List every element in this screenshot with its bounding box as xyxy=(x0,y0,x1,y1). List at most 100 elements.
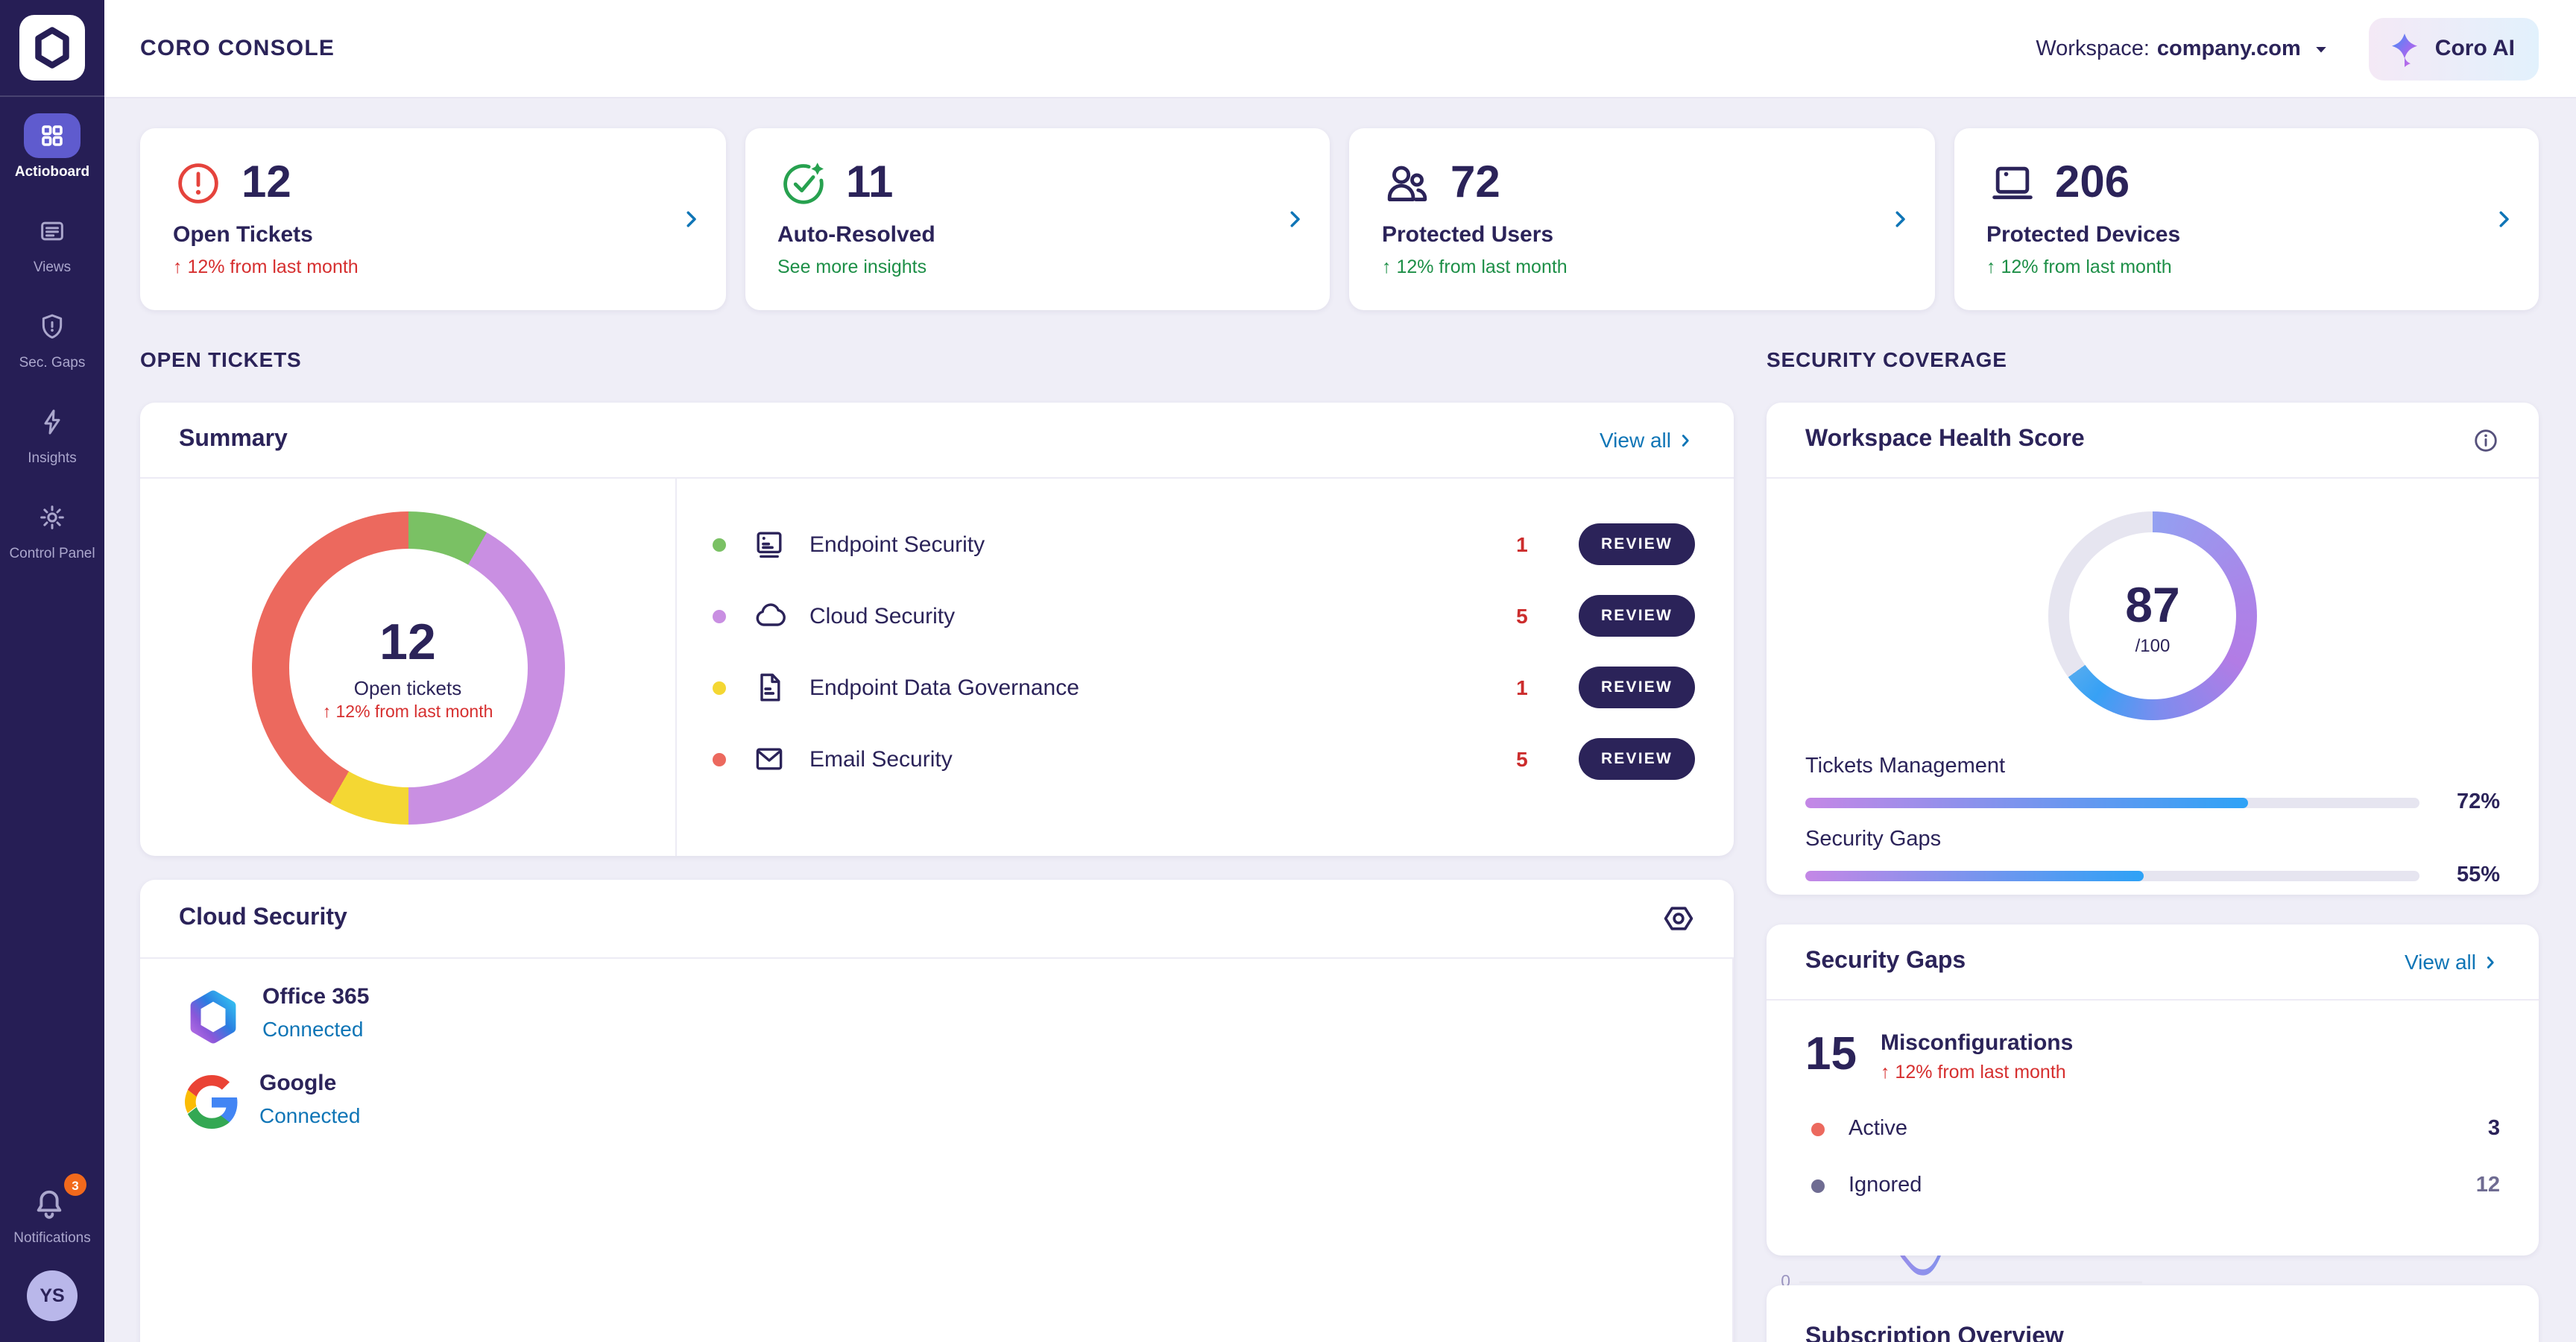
progress-track xyxy=(1805,797,2419,807)
module-name: Email Security xyxy=(809,746,1486,772)
stat-value: 72 xyxy=(1450,158,1500,209)
summary-title: Summary xyxy=(179,426,288,453)
gap-row-ignored: Ignored 12 xyxy=(1811,1157,2500,1214)
health-title: Workspace Health Score xyxy=(1805,426,2085,453)
red-dot xyxy=(1811,1122,1825,1135)
health-score-value: 87 xyxy=(2125,576,2179,633)
review-button[interactable]: REVIEW xyxy=(1579,738,1695,780)
module-count: 1 xyxy=(1486,532,1558,556)
coverage-bar-fill xyxy=(1805,870,2143,881)
stat-cards-row: 12 Open Tickets ↑ 12% from last month 11… xyxy=(140,128,2539,310)
gap-status-value: 12 xyxy=(2476,1174,2500,1197)
sidebar-item-label: Sec. Gaps xyxy=(19,355,86,371)
list-item: Endpoint Security 1 REVIEW xyxy=(713,508,1695,580)
stat-card-protected-devices[interactable]: 206 Protected Devices ↑ 12% from last mo… xyxy=(1954,128,2539,310)
stat-card-open-tickets[interactable]: 12 Open Tickets ↑ 12% from last month xyxy=(140,128,725,310)
cloud-security-card: Cloud Security xyxy=(140,880,1734,1342)
sidebar-item-insights[interactable]: Insights xyxy=(0,400,104,495)
module-count: 5 xyxy=(1486,604,1558,628)
yellow-dot xyxy=(713,681,726,694)
chevron-right-icon[interactable] xyxy=(679,208,701,230)
sidebar-item-views[interactable]: Views xyxy=(0,209,104,304)
bar-label: Tickets Management xyxy=(1805,755,2500,778)
slate-dot xyxy=(1811,1179,1825,1192)
stat-card-auto-resolved[interactable]: 11 Auto-Resolved See more insights xyxy=(745,128,1330,310)
shield-alert-icon xyxy=(24,304,80,349)
view-all-label: View all xyxy=(2405,950,2476,974)
app-status-link[interactable]: Connected xyxy=(262,1016,369,1040)
security-gaps-card: Security Gaps View all 15 Misconfigurati… xyxy=(1767,924,2539,1256)
view-all-label: View all xyxy=(1600,428,1671,452)
coro-ai-icon xyxy=(2387,31,2423,66)
sidebar-item-label: Actioboard xyxy=(15,164,89,180)
coro-logo[interactable] xyxy=(19,15,85,81)
connected-apps-pane: Office 365 Connected xyxy=(140,959,1734,1342)
main-content: 12 Open Tickets ↑ 12% from last month 11… xyxy=(104,97,2576,1342)
gear-icon xyxy=(24,495,80,540)
sidebar-item-label: Insights xyxy=(28,450,77,467)
topbar: CORO CONSOLE Workspace: company.com xyxy=(104,0,2576,98)
gap-status-label: Active xyxy=(1849,1117,2488,1141)
stat-trend-link[interactable]: See more insights xyxy=(777,256,1297,277)
coro-ai-label: Coro AI xyxy=(2435,36,2515,61)
list-item: Email Security 5 REVIEW xyxy=(713,723,1695,795)
summary-donut-pane: 12 Open tickets ↑ 12% from last month xyxy=(140,479,677,856)
google-logo xyxy=(185,1075,239,1129)
actioboard-grid-icon xyxy=(24,113,80,158)
sidebar-item-sec-gaps[interactable]: Sec. Gaps xyxy=(0,304,104,400)
workspace-selector[interactable]: Workspace: company.com xyxy=(2036,37,2330,60)
notifications-label: Notifications xyxy=(13,1230,91,1247)
sidebar-item-control-panel[interactable]: Control Panel xyxy=(0,495,104,590)
bar-percent: 72% xyxy=(2440,790,2500,814)
review-button[interactable]: REVIEW xyxy=(1579,667,1695,708)
workspace-label: Workspace: xyxy=(2036,37,2150,60)
hexagon-settings-icon[interactable] xyxy=(1662,902,1695,935)
donut-total: 12 xyxy=(379,614,436,672)
sidebar-item-actioboard[interactable]: Actioboard xyxy=(0,113,104,209)
health-score-ring: 87 /100 xyxy=(2048,511,2257,720)
stat-trend: ↑ 12% from last month xyxy=(173,256,692,277)
coro-console-app: Actioboard Views Sec. Gaps Insights xyxy=(0,0,2576,1342)
document-icon xyxy=(750,670,789,705)
module-name: Cloud Security xyxy=(809,603,1486,629)
sidebar-item-label: Control Panel xyxy=(9,546,95,562)
open-tickets-donut: 12 Open tickets ↑ 12% from last month xyxy=(251,511,564,824)
chevron-right-icon[interactable] xyxy=(1284,208,1306,230)
security-gaps-title: Security Gaps xyxy=(1805,948,1966,975)
cloud-icon xyxy=(750,598,789,634)
stat-value: 12 xyxy=(242,158,291,209)
list-item: Cloud Security 5 REVIEW xyxy=(713,580,1695,652)
app-name: Office 365 xyxy=(262,986,369,1010)
app-name: Google xyxy=(259,1072,360,1097)
summary-card: Summary View all 12 Open tickets ↑ 12% f… xyxy=(140,403,1734,856)
security-coverage-heading: SECURITY COVERAGE xyxy=(1767,347,2007,371)
gaps-view-all-link[interactable]: View all xyxy=(2405,950,2500,974)
green-dot xyxy=(713,538,726,551)
app-status-link[interactable]: Connected xyxy=(259,1103,360,1127)
stat-label: Protected Users xyxy=(1382,222,1901,248)
chevron-right-icon[interactable] xyxy=(2493,208,2515,230)
sidebar: Actioboard Views Sec. Gaps Insights xyxy=(0,0,104,1342)
lightning-icon xyxy=(24,400,80,444)
gap-status-list: Active 3 Ignored 12 xyxy=(1767,1083,2539,1214)
review-button[interactable]: REVIEW xyxy=(1579,595,1695,637)
views-list-icon xyxy=(24,209,80,253)
stat-value: 206 xyxy=(2055,158,2130,209)
coverage-bars: Tickets Management 72% Security Gaps 55% xyxy=(1767,720,2539,887)
info-icon[interactable] xyxy=(2472,426,2500,454)
app-google: Google Connected xyxy=(185,1072,360,1159)
sidebar-nav: Actioboard Views Sec. Gaps Insights xyxy=(0,113,104,590)
gap-row-active: Active 3 xyxy=(1811,1100,2500,1157)
stat-card-protected-users[interactable]: 72 Protected Users ↑ 12% from last month xyxy=(1349,128,1934,310)
coro-ai-button[interactable]: Coro AI xyxy=(2370,17,2539,80)
review-button[interactable]: REVIEW xyxy=(1579,523,1695,565)
stat-label: Protected Devices xyxy=(1986,222,2506,248)
chevron-right-icon[interactable] xyxy=(1888,208,1910,230)
donut-caption: Open tickets xyxy=(354,676,462,699)
summary-view-all-link[interactable]: View all xyxy=(1600,428,1695,452)
notifications-button[interactable]: 3 Notifications xyxy=(0,1182,104,1247)
coro-hexagon-icon xyxy=(30,25,75,70)
user-avatar[interactable]: YS xyxy=(27,1270,78,1321)
stat-value: 11 xyxy=(846,158,893,209)
module-list: Endpoint Security 1 REVIEW Cloud Securit… xyxy=(677,479,1734,795)
